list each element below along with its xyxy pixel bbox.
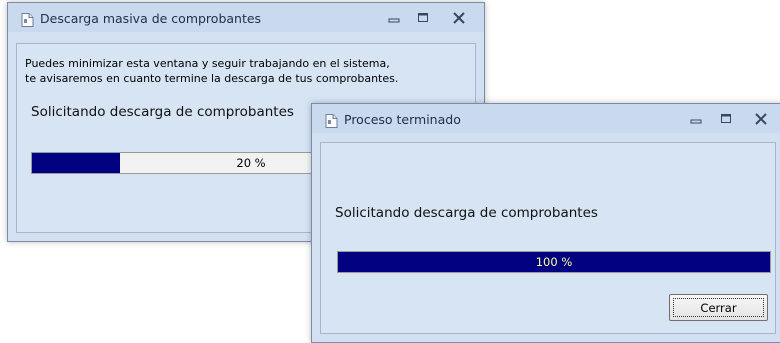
document-icon: [21, 12, 34, 27]
close-icon[interactable]: [752, 111, 770, 127]
window-title: Proceso terminado: [344, 112, 461, 127]
title-bar[interactable]: Descarga masiva de comprobantes: [8, 3, 484, 32]
progress-bar: 100 %: [337, 251, 771, 273]
process-finished-window: Proceso terminado Solicitando descarga d…: [311, 103, 780, 343]
close-button[interactable]: Cerrar: [669, 294, 768, 321]
window-title: Descarga masiva de comprobantes: [40, 11, 262, 26]
document-icon: [325, 113, 338, 128]
info-message-line2: te avisaremos en cuanto termine la desca…: [25, 72, 399, 85]
minimize-icon[interactable]: [687, 111, 705, 127]
close-icon[interactable]: [450, 10, 468, 26]
info-message-line1: Puedes minimizar esta ventana y seguir t…: [25, 57, 390, 70]
title-bar[interactable]: Proceso terminado: [312, 104, 780, 133]
maximize-icon[interactable]: [414, 10, 432, 26]
status-text: Solicitando descarga de comprobantes: [335, 205, 598, 221]
status-text: Solicitando descarga de comprobantes: [31, 104, 294, 120]
maximize-icon[interactable]: [717, 111, 735, 127]
minimize-icon[interactable]: [385, 10, 403, 26]
progress-percent-label: 100 %: [535, 255, 573, 269]
window-content: Solicitando descarga de comprobantes 100…: [320, 142, 776, 334]
